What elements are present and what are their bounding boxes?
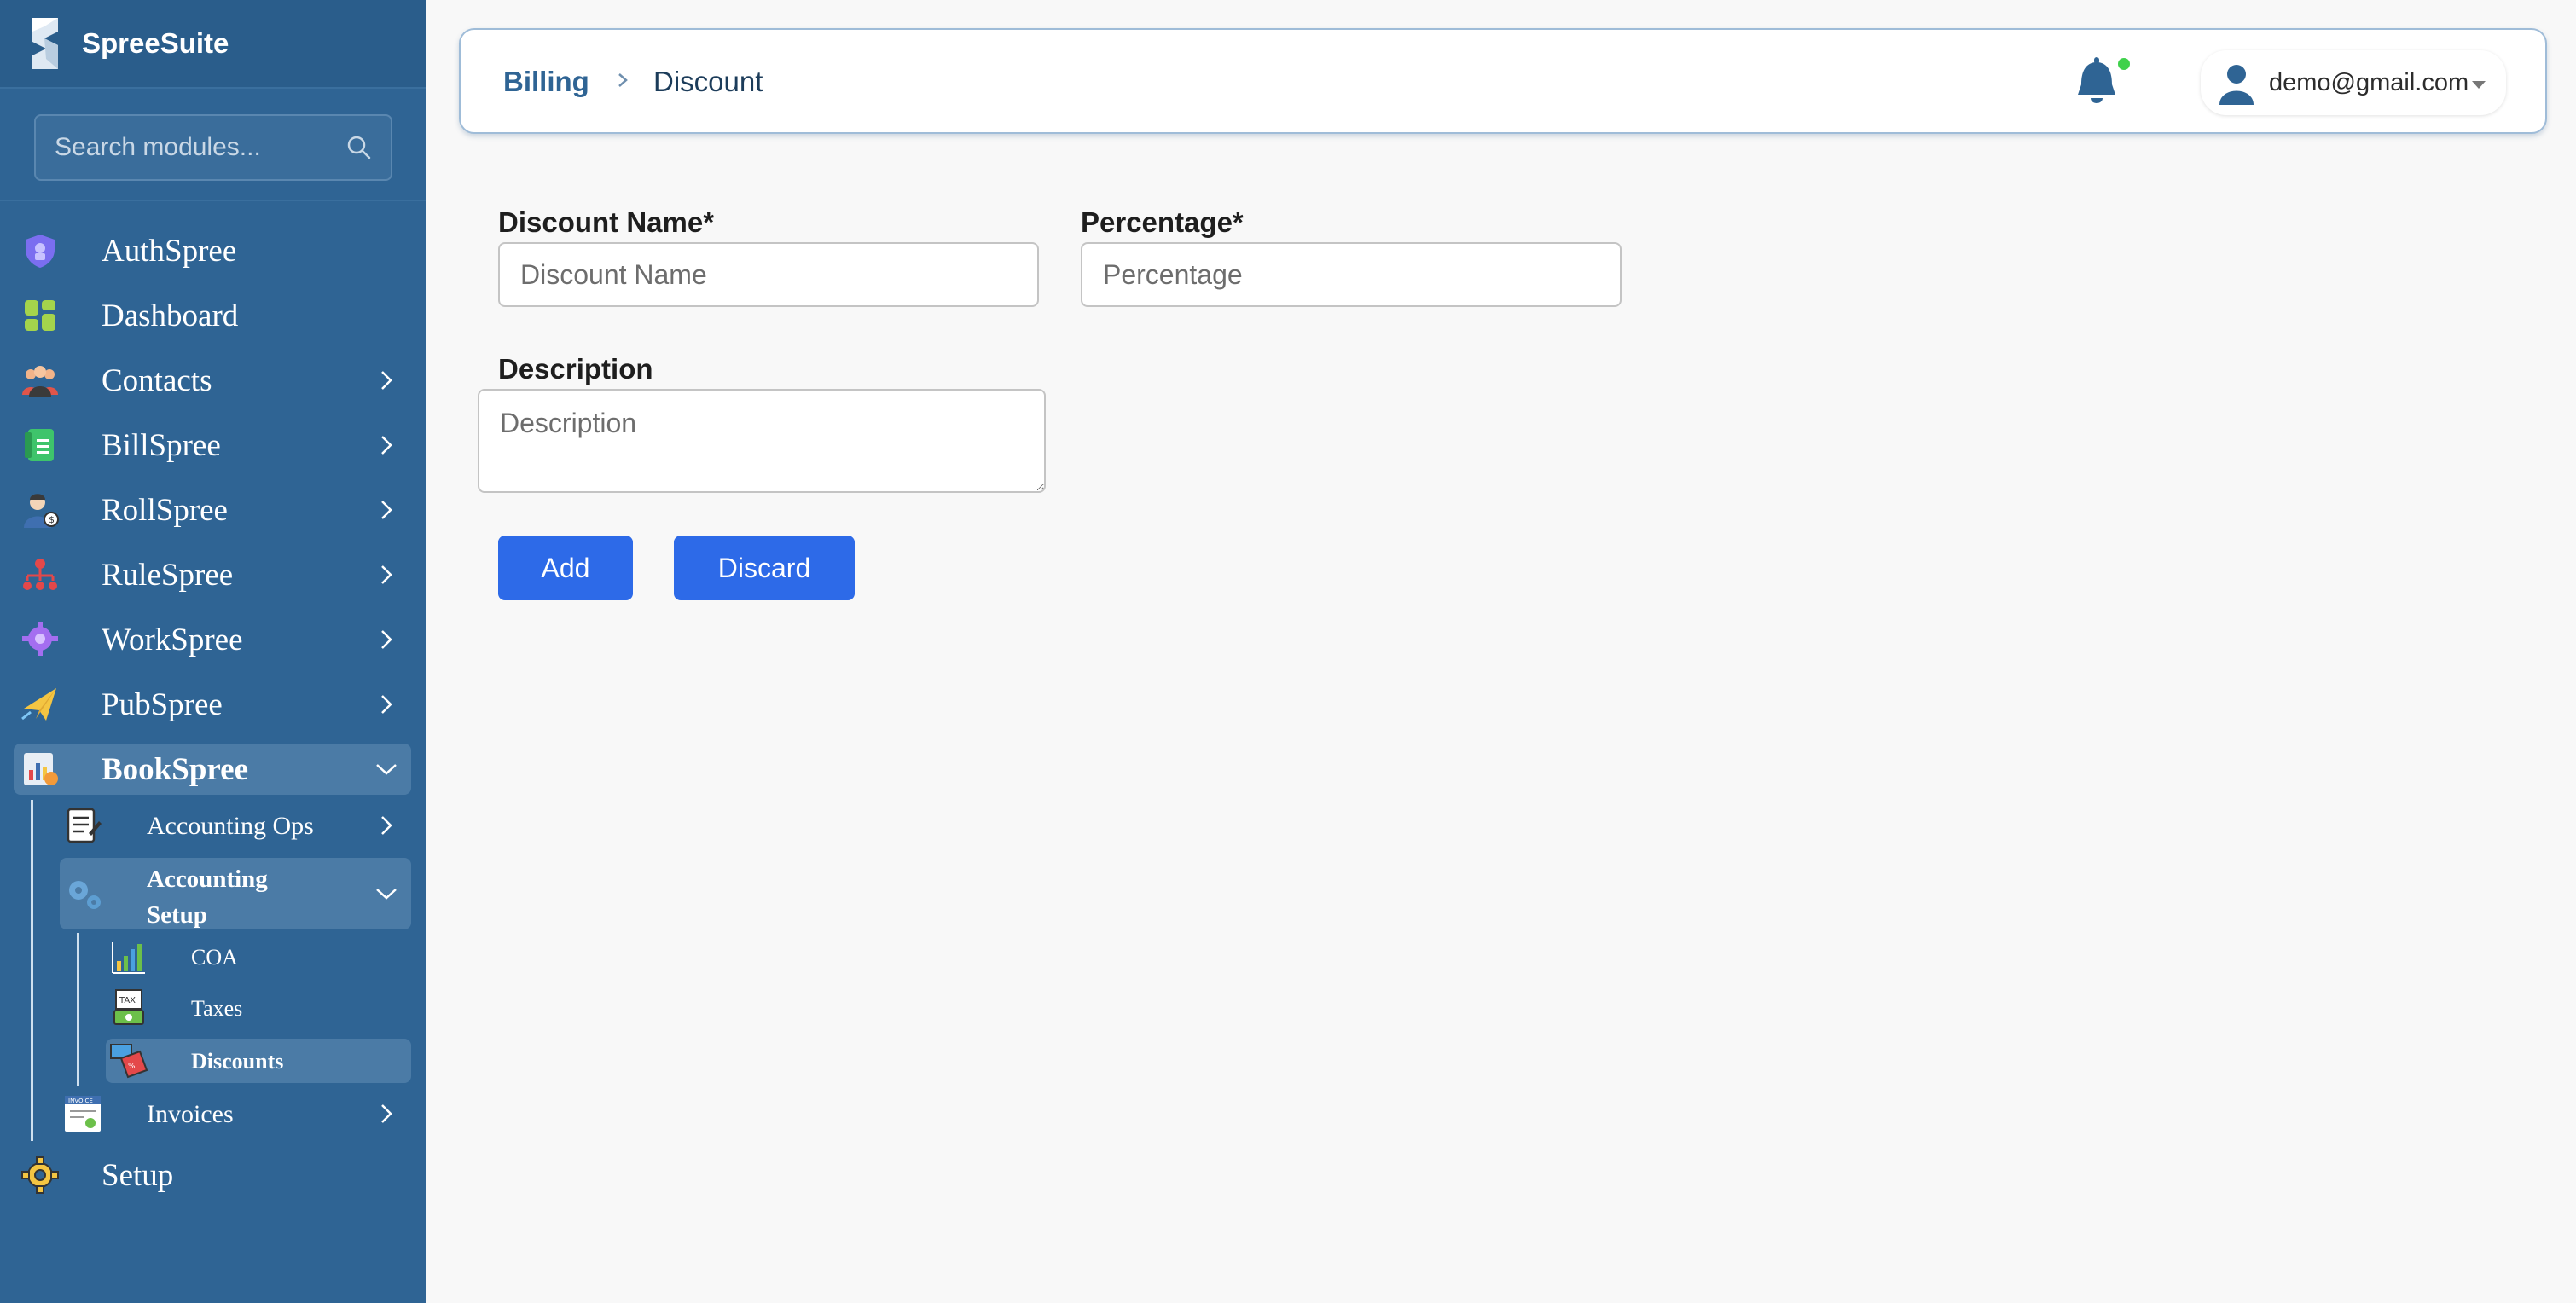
sidebar-item-rulespree[interactable]: RuleSpree xyxy=(14,549,411,600)
sidebar-item-label: BookSpree xyxy=(102,751,249,787)
sidebar-item-invoices[interactable]: INVOICE Invoices xyxy=(60,1090,411,1138)
svg-text:%: % xyxy=(128,1063,136,1071)
tax-document-icon: TAX xyxy=(109,988,148,1032)
discard-button[interactable]: Discard xyxy=(674,536,855,600)
sidebar-item-label: RollSpree xyxy=(102,492,228,528)
sidebar-item-rollspree[interactable]: $ RollSpree xyxy=(14,484,411,536)
sidebar-item-label: BillSpree xyxy=(102,427,221,463)
sidebar-item-pubspree[interactable]: PubSpree xyxy=(14,679,411,730)
invoice-icon: INVOICE xyxy=(63,1094,102,1138)
add-button[interactable]: Add xyxy=(498,536,633,600)
dashboard-icon xyxy=(19,294,61,337)
chevron-right-icon xyxy=(374,562,399,588)
description-label: Description xyxy=(498,353,653,385)
chevron-right-icon xyxy=(374,692,399,717)
notebook-icon xyxy=(63,806,102,849)
breadcrumb-billing[interactable]: Billing xyxy=(503,66,589,98)
user-menu[interactable]: demo@gmail.com xyxy=(2201,50,2506,115)
chevron-right-icon xyxy=(374,497,399,523)
search-input[interactable] xyxy=(55,133,328,162)
sidebar-item-billspree[interactable]: BillSpree xyxy=(14,420,411,471)
sidebar-item-label: Accounting Setup xyxy=(147,861,268,933)
top-header: Billing Discount demo@gmail.com xyxy=(459,28,2547,134)
app-name: SpreeSuite xyxy=(82,27,229,59)
chevron-right-icon xyxy=(374,432,399,458)
payroll-person-icon: $ xyxy=(19,489,61,531)
svg-text:$: $ xyxy=(49,514,55,525)
gear-icon xyxy=(19,1154,61,1196)
bill-icon xyxy=(19,424,61,466)
sidebar-item-label: Discounts xyxy=(191,1049,284,1074)
sidebar-item-label: RuleSpree xyxy=(102,557,234,593)
spreesuite-logo-icon xyxy=(32,18,58,69)
chevron-right-icon xyxy=(374,1101,399,1126)
sidebar-item-label: PubSpree xyxy=(102,686,223,722)
sidebar-item-discounts[interactable]: % Discounts xyxy=(106,1039,411,1083)
chevron-right-icon xyxy=(374,627,399,652)
search-box xyxy=(34,114,392,181)
ledger-chart-icon xyxy=(19,748,61,790)
bar-chart-icon xyxy=(109,937,148,981)
discount-name-label: Discount Name* xyxy=(498,206,715,238)
user-email: demo@gmail.com xyxy=(2269,69,2469,96)
sidebar-item-taxes[interactable]: TAX Taxes xyxy=(106,984,411,1032)
sidebar-item-label: WorkSpree xyxy=(102,622,243,657)
svg-text:INVOICE: INVOICE xyxy=(68,1097,93,1104)
caret-down-icon xyxy=(2472,78,2486,94)
sidebar-item-dashboard[interactable]: Dashboard xyxy=(14,290,411,341)
breadcrumb-separator-icon xyxy=(614,66,631,99)
sidebar-item-accounting-setup[interactable]: Accounting Setup xyxy=(60,858,411,929)
sidebar-item-workspree[interactable]: WorkSpree xyxy=(14,614,411,665)
description-textarea[interactable] xyxy=(478,389,1046,493)
sidebar-item-label: Setup xyxy=(102,1157,174,1193)
notification-bell-icon[interactable] xyxy=(2073,54,2132,113)
brand[interactable]: SpreeSuite xyxy=(0,0,426,89)
tree-line xyxy=(77,933,79,1086)
chevron-down-icon xyxy=(374,756,399,782)
sidebar-item-label: AuthSpree xyxy=(102,233,237,269)
setup-gear-icon xyxy=(63,873,106,920)
sidebar-item-label: Contacts xyxy=(102,362,212,398)
tree-line xyxy=(31,800,33,1141)
sidebar-item-authspree[interactable]: AuthSpree xyxy=(14,225,411,276)
sidebar-item-label: Taxes xyxy=(191,996,243,1021)
hierarchy-icon xyxy=(19,553,61,596)
percentage-input[interactable] xyxy=(1081,242,1622,307)
workflow-gear-icon xyxy=(19,618,61,661)
user-avatar-icon xyxy=(2218,62,2255,109)
sidebar-item-setup[interactable]: Setup xyxy=(14,1150,411,1201)
sidebar-item-bookspree[interactable]: BookSpree xyxy=(14,744,411,795)
sidebar-item-label: COA xyxy=(191,945,238,970)
label-line-2: Setup xyxy=(147,901,207,929)
paper-plane-icon xyxy=(19,683,61,726)
sidebar: SpreeSuite AuthSpree Dashboard Contacts xyxy=(0,0,426,1303)
shield-icon xyxy=(19,229,61,272)
sidebar-item-label: Dashboard xyxy=(102,298,239,333)
chevron-right-icon xyxy=(374,813,399,838)
svg-text:TAX: TAX xyxy=(119,996,136,1005)
sidebar-item-accounting-ops[interactable]: Accounting Ops xyxy=(60,802,411,849)
search-icon[interactable] xyxy=(346,135,372,160)
percentage-label: Percentage* xyxy=(1081,206,1244,238)
sidebar-item-coa[interactable]: COA xyxy=(106,933,411,981)
discount-tag-icon: % xyxy=(109,1041,148,1085)
contacts-group-icon xyxy=(19,359,61,402)
sidebar-item-label: Invoices xyxy=(147,1100,234,1128)
label-line-1: Accounting xyxy=(147,866,268,893)
chevron-right-icon xyxy=(374,368,399,393)
discount-name-input[interactable] xyxy=(498,242,1039,307)
sidebar-item-label: Accounting Ops xyxy=(147,812,314,840)
breadcrumb-current: Discount xyxy=(653,66,763,97)
chevron-down-icon xyxy=(374,881,399,906)
sidebar-item-contacts[interactable]: Contacts xyxy=(14,355,411,406)
